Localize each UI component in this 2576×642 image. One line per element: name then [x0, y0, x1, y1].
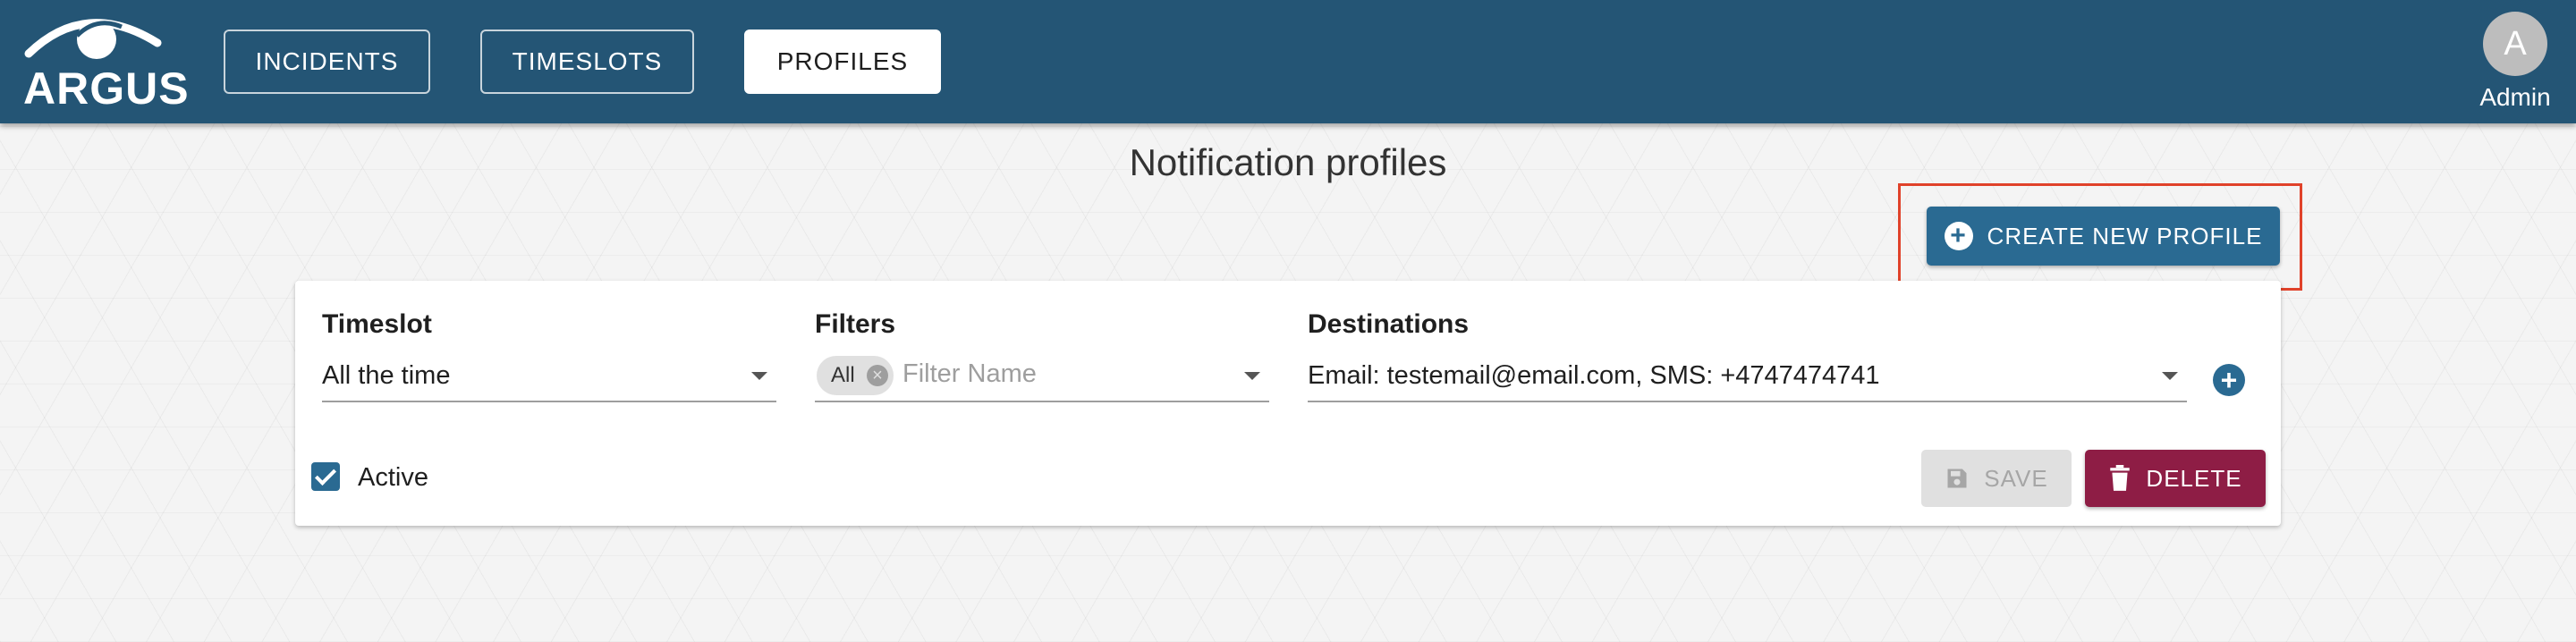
add-destination-icon[interactable]: +	[2213, 364, 2245, 396]
filter-chip-label: All	[831, 363, 855, 387]
chevron-down-icon	[2162, 372, 2178, 380]
filter-name-placeholder: Filter Name	[902, 359, 1037, 388]
active-checkbox[interactable]	[311, 462, 340, 491]
timeslot-label: Timeslot	[322, 309, 432, 339]
filter-chip[interactable]: All ×	[817, 356, 894, 395]
top-bar: ARGUS INCIDENTS TIMESLOTS PROFILES A Adm…	[0, 0, 2576, 123]
eye-icon	[24, 19, 162, 59]
save-button[interactable]: SAVE	[1921, 450, 2072, 507]
user-name: Admin	[2479, 83, 2551, 111]
avatar: A	[2483, 12, 2547, 76]
user-menu[interactable]: A Admin	[2470, 9, 2560, 116]
timeslot-value: All the time	[322, 361, 451, 390]
destinations-label: Destinations	[1308, 309, 1470, 339]
destinations-select[interactable]: Email: testemail@email.com, SMS: +474747…	[1308, 345, 2187, 402]
chevron-down-icon	[1244, 372, 1260, 380]
timeslot-select[interactable]: All the time	[322, 345, 776, 402]
nav-profiles-button[interactable]: PROFILES	[744, 30, 941, 94]
filters-select[interactable]: All × Filter Name	[815, 345, 1269, 402]
save-icon	[1947, 469, 1967, 488]
logo-text: ARGUS	[23, 63, 190, 114]
delete-button[interactable]: DELETE	[2085, 450, 2266, 507]
nav-incidents-button[interactable]: INCIDENTS	[224, 30, 430, 94]
create-new-profile-button[interactable]: + CREATE NEW PROFILE	[1927, 207, 2280, 266]
profile-card: Timeslot All the time Filters All × Filt…	[295, 281, 2281, 526]
delete-label: DELETE	[2146, 464, 2242, 492]
page-title: Notification profiles	[1129, 141, 1447, 183]
chevron-down-icon	[751, 372, 767, 380]
nav-timeslots-button[interactable]: TIMESLOTS	[480, 30, 694, 94]
trash-icon	[2110, 465, 2131, 491]
save-label: SAVE	[1984, 464, 2048, 492]
argus-logo[interactable]: ARGUS	[23, 7, 190, 114]
add-circle-icon: +	[1944, 222, 1973, 250]
create-button-label: CREATE NEW PROFILE	[1987, 222, 2263, 249]
chip-remove-icon[interactable]: ×	[867, 365, 888, 386]
filters-label: Filters	[815, 309, 896, 339]
active-label: Active	[358, 463, 428, 492]
destinations-value: Email: testemail@email.com, SMS: +474747…	[1308, 361, 1880, 390]
